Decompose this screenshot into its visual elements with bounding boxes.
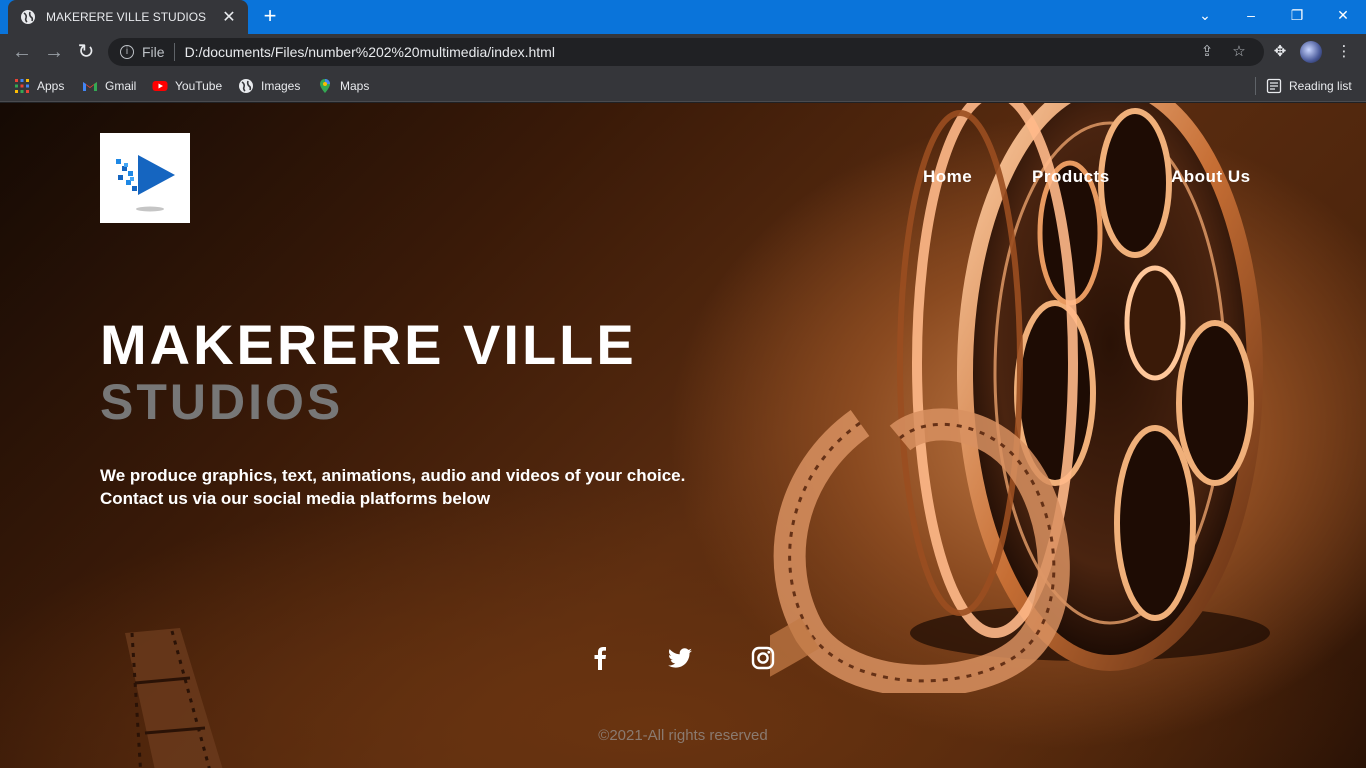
film-reel-image — [770, 103, 1270, 693]
address-bar[interactable]: i File D:/documents/Files/number%202%20m… — [108, 38, 1264, 66]
studio-logo[interactable] — [100, 133, 190, 223]
tab-close-icon[interactable]: ✕ — [220, 7, 238, 27]
bookmark-label: Maps — [340, 79, 370, 93]
back-button[interactable]: ← — [10, 40, 34, 64]
profile-avatar[interactable] — [1300, 41, 1322, 63]
bookmark-label: Gmail — [105, 79, 137, 93]
browser-tab[interactable]: MAKERERE VILLE STUDIOS ✕ — [8, 0, 248, 34]
gmail-icon — [83, 82, 97, 91]
globe-icon — [21, 10, 35, 24]
bookmark-label: Apps — [37, 79, 65, 93]
instagram-icon[interactable] — [748, 643, 778, 673]
bookmark-label: Images — [261, 79, 301, 93]
info-icon[interactable]: i — [120, 45, 134, 59]
minimize-button[interactable]: – — [1228, 0, 1274, 30]
url-text[interactable]: D:/documents/Files/number%202%20multimed… — [185, 44, 555, 60]
bookmark-images[interactable]: Images — [238, 76, 300, 96]
bookmark-apps[interactable]: Apps — [14, 76, 64, 96]
new-tab-button[interactable]: + — [258, 5, 282, 29]
url-scheme: File — [142, 44, 165, 60]
bookmark-maps[interactable]: Maps — [317, 76, 369, 96]
apps-grid-icon — [15, 79, 29, 93]
copyright-text: ©2021-All rights reserved — [598, 727, 768, 744]
maps-pin-icon — [320, 79, 330, 93]
menu-icon[interactable]: ⋮ — [1334, 42, 1354, 62]
nav-products[interactable]: Products — [1032, 167, 1110, 187]
close-window-button[interactable]: ✕ — [1320, 0, 1366, 30]
twitter-icon[interactable] — [665, 643, 695, 673]
title-bar: MAKERERE VILLE STUDIOS ✕ + ⌄ – ❐ ✕ — [0, 0, 1366, 34]
hero-description: We produce graphics, text, animations, a… — [100, 464, 685, 510]
youtube-icon — [152, 81, 168, 91]
bookmarks-bar: Apps Gmail YouTube Images Maps Reading l… — [0, 70, 1366, 102]
extensions-icon[interactable]: ✥ — [1270, 42, 1290, 62]
page-viewport: Home Products About Us MAKERERE VILLE ST… — [0, 103, 1366, 768]
bookmark-star-icon[interactable]: ☆ — [1230, 43, 1248, 61]
globe-icon — [239, 79, 253, 93]
bookmarks-separator — [1255, 77, 1256, 95]
reload-button[interactable]: ↻ — [74, 40, 98, 64]
bookmark-gmail[interactable]: Gmail — [82, 76, 136, 96]
nav-home[interactable]: Home — [923, 167, 972, 187]
bookmark-youtube[interactable]: YouTube — [152, 76, 222, 96]
hero-subtitle: STUDIOS — [100, 374, 344, 430]
hero-title: MAKERERE VILLE — [100, 313, 637, 376]
description-line-2: Contact us via our social media platform… — [100, 489, 491, 508]
restore-button[interactable]: ❐ — [1274, 0, 1320, 30]
film-strip-image — [125, 628, 223, 768]
reading-list-icon — [1266, 78, 1282, 94]
share-icon[interactable]: ⇪ — [1198, 43, 1216, 61]
tab-search-icon[interactable]: ⌄ — [1182, 0, 1228, 30]
nav-about-us[interactable]: About Us — [1171, 167, 1251, 187]
forward-button[interactable]: → — [42, 40, 66, 64]
browser-toolbar: ← → ↻ i File D:/documents/Files/number%2… — [0, 34, 1366, 70]
reading-list-button[interactable]: Reading list — [1266, 76, 1352, 96]
description-line-1: We produce graphics, text, animations, a… — [100, 466, 686, 485]
url-separator — [173, 43, 175, 61]
tab-title: MAKERERE VILLE STUDIOS — [46, 10, 207, 24]
reading-list-label: Reading list — [1289, 79, 1352, 93]
facebook-icon[interactable] — [585, 643, 615, 673]
bookmark-label: YouTube — [175, 79, 223, 93]
